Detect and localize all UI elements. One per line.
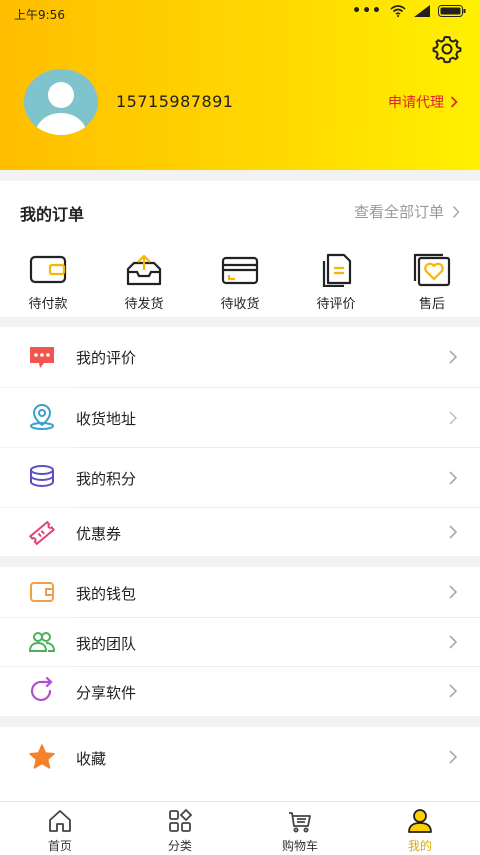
tab-home[interactable]: 首页: [0, 802, 120, 855]
wallet-icon: [30, 582, 54, 602]
menu-item-favorites[interactable]: 收藏: [0, 727, 480, 801]
heart-card-icon: [413, 253, 451, 287]
cart-icon: [289, 812, 311, 833]
order-status-after-sales[interactable]: 售后: [384, 253, 480, 312]
gear-icon[interactable]: [432, 34, 462, 64]
star-icon: [29, 744, 55, 769]
order-status-pending-shipment[interactable]: 待发货: [96, 253, 192, 312]
chevron-right-icon: [450, 96, 458, 108]
tab-label: 首页: [47, 839, 72, 853]
order-status-label: 售后: [418, 297, 445, 312]
default-avatar-icon: [35, 82, 87, 135]
tab-category[interactable]: 分类: [120, 802, 240, 855]
tab-label: 分类: [167, 839, 192, 853]
chevron-right-icon: [449, 585, 458, 599]
chevron-right-icon: [452, 205, 460, 218]
chevron-right-icon: [449, 350, 458, 364]
order-status-label: 待付款: [28, 297, 68, 312]
chevron-right-icon: [449, 635, 458, 649]
order-status-pending-receipt[interactable]: 待收货: [192, 253, 288, 312]
menu-item-label: 我的团队: [76, 635, 137, 653]
menu-item-shipping-address[interactable]: 收货地址: [0, 388, 480, 447]
chevron-right-icon: [449, 750, 458, 764]
home-icon: [49, 810, 71, 832]
location-pin-icon: [30, 403, 54, 430]
wifi-icon: [390, 5, 406, 17]
tab-mine[interactable]: 我的: [360, 802, 480, 855]
menu-item-label: 优惠券: [76, 525, 122, 543]
menu-item-my-team[interactable]: 我的团队: [0, 618, 480, 666]
menu-item-my-points[interactable]: 我的积分: [0, 448, 480, 507]
battery-icon: [438, 5, 466, 17]
grid-icon: [169, 808, 193, 832]
apply-agent-link[interactable]: 申请代理: [388, 92, 458, 112]
order-status-pending-review[interactable]: 待评价: [288, 253, 384, 312]
order-status-pending-payment[interactable]: 待付款: [0, 253, 96, 312]
tab-cart[interactable]: 购物车: [240, 802, 360, 855]
order-status-label: 待收货: [220, 297, 260, 312]
team-icon: [28, 632, 56, 652]
more-dots-icon: •••: [352, 3, 382, 19]
user-phone: 15715987891: [116, 92, 234, 111]
card-receive-icon: [221, 256, 259, 285]
order-status-label: 待评价: [316, 297, 356, 312]
menu-item-label: 我的积分: [76, 470, 137, 488]
menu-item-my-wallet[interactable]: 我的钱包: [0, 567, 480, 617]
avatar[interactable]: [24, 69, 98, 135]
menu-item-label: 我的评价: [76, 349, 137, 367]
apply-agent-label: 申请代理: [388, 95, 444, 111]
menu-item-share-app[interactable]: 分享软件: [0, 667, 480, 716]
person-icon: [408, 809, 432, 833]
menu-item-label: 收货地址: [76, 410, 137, 428]
view-all-orders-link[interactable]: 查看全部订单: [354, 201, 460, 222]
wallet-icon: [29, 255, 67, 284]
status-icons: •••: [352, 3, 466, 19]
status-bar: 上午9:56 •••: [0, 0, 480, 28]
orders-card: 我的订单 查看全部订单 待付款 待发货 待收货 待评价 售后: [0, 181, 480, 317]
chevron-right-icon: [449, 525, 458, 539]
menu-item-label: 我的钱包: [76, 585, 137, 603]
bottom-tab-bar: 首页 分类 购物车 我的: [0, 801, 480, 855]
status-time: 上午9:56: [14, 8, 65, 22]
view-all-orders-label: 查看全部订单: [353, 203, 444, 221]
order-status-list: 待付款 待发货 待收货 待评价 售后: [0, 253, 480, 312]
document-icon: [322, 253, 352, 287]
tab-label: 购物车: [281, 839, 318, 853]
chevron-right-icon: [449, 684, 458, 698]
menu-item-my-reviews[interactable]: 我的评价: [0, 327, 480, 387]
profile-header: 上午9:56 ••• 15715987891 申请代理: [0, 0, 480, 170]
signal-icon: [414, 5, 430, 17]
chevron-right-icon: [449, 471, 458, 485]
box-upload-icon: [126, 254, 162, 286]
share-icon: [30, 677, 53, 702]
chevron-right-icon: [449, 411, 457, 425]
menu-item-label: 收藏: [76, 750, 107, 768]
order-status-label: 待发货: [124, 297, 164, 312]
menu-item-coupons[interactable]: 优惠券: [0, 508, 480, 556]
orders-title: 我的订单: [20, 205, 85, 224]
ticket-icon: [28, 520, 56, 546]
chat-bubble-icon: [30, 347, 54, 368]
tab-label: 我的: [407, 839, 432, 853]
coin-stack-icon: [30, 465, 54, 488]
menu-item-label: 分享软件: [76, 684, 137, 702]
